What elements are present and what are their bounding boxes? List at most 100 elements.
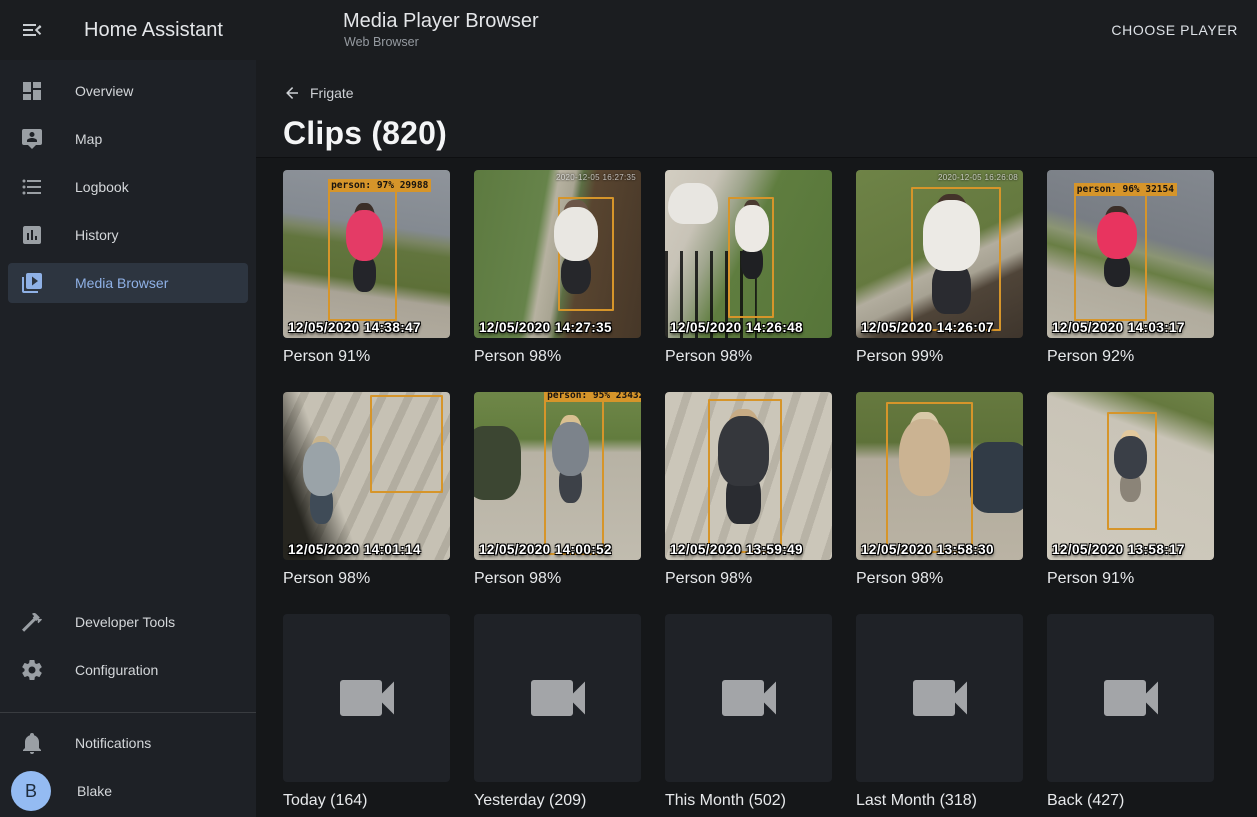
sidebar-item-notifications[interactable]: Notifications	[0, 719, 256, 767]
clip-timestamp: 12/05/2020 14:27:35	[479, 320, 612, 335]
media-folder[interactable]: Back (427)	[1047, 614, 1214, 811]
choose-player-button[interactable]: CHOOSE PLAYER	[1103, 0, 1246, 60]
detection-box	[370, 395, 443, 492]
clip-caption: Person 98%	[665, 347, 832, 367]
clip-caption: Person 98%	[856, 569, 1023, 589]
detection-box	[708, 399, 781, 554]
clip-thumbnail: 12/05/2020 14:26:48	[665, 170, 832, 338]
sidebar-nav: Overview Map Logbook	[0, 60, 256, 307]
folder-caption: Yesterday (209)	[474, 791, 641, 811]
video-camera-icon	[713, 662, 785, 734]
clip-caption: Person 98%	[665, 569, 832, 589]
detection-box	[886, 402, 973, 553]
page-title: Clips (820)	[283, 115, 1257, 152]
folder-thumbnail	[283, 614, 450, 782]
bell-icon	[20, 731, 44, 755]
detection-box	[911, 187, 1001, 331]
clip-caption: Person 98%	[474, 569, 641, 589]
clip-timestamp: 12/05/2020 14:38:47	[288, 320, 421, 335]
clip-thumbnail: 12/05/2020 13:59:49	[665, 392, 832, 560]
sidebar-item-media-browser[interactable]: Media Browser	[0, 259, 256, 307]
content-header: Frigate Clips (820)	[256, 60, 1257, 158]
chart-box-icon	[20, 223, 44, 247]
media-clip[interactable]: 12/05/2020 14:01:14 Person 98%	[283, 392, 450, 589]
video-camera-icon	[522, 662, 594, 734]
media-folder[interactable]: Yesterday (209)	[474, 614, 641, 811]
clip-caption: Person 92%	[1047, 347, 1214, 367]
sidebar-footer: Developer Tools Configuration Notificati…	[0, 598, 256, 815]
folder-thumbnail	[474, 614, 641, 782]
clip-timestamp: 12/05/2020 14:00:52	[479, 542, 612, 557]
media-folder[interactable]: Last Month (318)	[856, 614, 1023, 811]
media-browser-content: Frigate Clips (820) person: 97% 29988 12…	[256, 60, 1257, 817]
folder-caption: Today (164)	[283, 791, 450, 811]
clip-thumbnail: person: 95% 23432 12/05/2020 14:00:52	[474, 392, 641, 560]
detection-box-label: person: 95% 23432	[544, 392, 641, 402]
hammer-icon	[20, 610, 44, 634]
media-grid: person: 97% 29988 12/05/2020 14:38:47 Pe…	[256, 158, 1257, 817]
clip-thumbnail: person: 96% 32154 12/05/2020 14:03:17	[1047, 170, 1214, 338]
account-tooltip-icon	[20, 127, 44, 151]
folder-thumbnail	[856, 614, 1023, 782]
detection-box-label: person: 97% 29988	[328, 179, 431, 192]
app-title: Home Assistant	[84, 19, 223, 42]
user-name: Blake	[77, 783, 112, 799]
media-clip[interactable]: 2020-12-05 16:26:08 12/05/2020 14:26:07 …	[856, 170, 1023, 367]
video-camera-icon	[904, 662, 976, 734]
page-header-title: Media Player Browser	[343, 9, 539, 33]
media-clip[interactable]: person: 96% 32154 12/05/2020 14:03:17 Pe…	[1047, 170, 1214, 367]
avatar: B	[11, 771, 51, 811]
sidebar-item-user[interactable]: B Blake	[0, 767, 256, 815]
app-header: Home Assistant Media Player Browser Web …	[0, 0, 1257, 60]
folder-thumbnail	[1047, 614, 1214, 782]
clip-timestamp: 12/05/2020 14:26:07	[861, 320, 994, 335]
folder-thumbnail	[665, 614, 832, 782]
play-box-multiple-icon	[20, 271, 44, 295]
sidebar-item-logbook[interactable]: Logbook	[0, 163, 256, 211]
clip-thumbnail: 12/05/2020 13:58:17	[1047, 392, 1214, 560]
breadcrumb-label: Frigate	[310, 85, 354, 101]
media-folder[interactable]: Today (164)	[283, 614, 450, 811]
clip-caption: Person 91%	[283, 347, 450, 367]
page-header-subtitle: Web Browser	[344, 35, 539, 49]
media-clip[interactable]: 12/05/2020 13:58:17 Person 91%	[1047, 392, 1214, 589]
camera-osd-timestamp: 2020-12-05 16:27:35	[556, 173, 636, 182]
camera-osd-timestamp: 2020-12-05 16:26:08	[938, 173, 1018, 182]
media-folder[interactable]: This Month (502)	[665, 614, 832, 811]
clip-thumbnail: 2020-12-05 16:27:35 12/05/2020 14:27:35	[474, 170, 641, 338]
sidebar: Overview Map Logbook	[0, 60, 256, 817]
sidebar-item-history[interactable]: History	[0, 211, 256, 259]
clip-timestamp: 12/05/2020 13:58:30	[861, 542, 994, 557]
sidebar-item-overview[interactable]: Overview	[0, 67, 256, 115]
arrow-left-icon	[283, 84, 301, 102]
media-clip[interactable]: 2020-12-05 16:27:35 12/05/2020 14:27:35 …	[474, 170, 641, 367]
clip-thumbnail: person: 97% 29988 12/05/2020 14:38:47	[283, 170, 450, 338]
detection-box-label: person: 96% 32154	[1074, 183, 1177, 196]
sidebar-item-map[interactable]: Map	[0, 115, 256, 163]
sidebar-item-configuration[interactable]: Configuration	[0, 646, 256, 694]
media-clip[interactable]: 12/05/2020 13:59:49 Person 98%	[665, 392, 832, 589]
media-clip[interactable]: person: 97% 29988 12/05/2020 14:38:47 Pe…	[283, 170, 450, 367]
clip-thumbnail: 2020-12-05 16:26:08 12/05/2020 14:26:07	[856, 170, 1023, 338]
clip-caption: Person 98%	[474, 347, 641, 367]
clip-caption: Person 91%	[1047, 569, 1214, 589]
media-clip[interactable]: 12/05/2020 13:58:30 Person 98%	[856, 392, 1023, 589]
detection-box	[558, 197, 615, 311]
folder-caption: Last Month (318)	[856, 791, 1023, 811]
media-clip[interactable]: person: 95% 23432 12/05/2020 14:00:52 Pe…	[474, 392, 641, 589]
detection-box: person: 97% 29988	[328, 190, 396, 321]
media-clip[interactable]: 12/05/2020 14:26:48 Person 98%	[665, 170, 832, 367]
sidebar-item-developer-tools[interactable]: Developer Tools	[0, 598, 256, 646]
clip-timestamp: 12/05/2020 13:58:17	[1052, 542, 1185, 557]
detection-box	[1107, 412, 1157, 530]
clip-timestamp: 12/05/2020 14:01:14	[288, 542, 421, 557]
clip-caption: Person 99%	[856, 347, 1023, 367]
sidebar-toggle-icon[interactable]	[20, 18, 44, 42]
folder-caption: This Month (502)	[665, 791, 832, 811]
breadcrumb-back[interactable]: Frigate	[283, 60, 354, 102]
clip-thumbnail: 12/05/2020 14:01:14	[283, 392, 450, 560]
detection-box	[728, 197, 773, 318]
clip-thumbnail: 12/05/2020 13:58:30	[856, 392, 1023, 560]
detection-box: person: 95% 23432	[544, 400, 604, 555]
clip-timestamp: 12/05/2020 14:03:17	[1052, 320, 1185, 335]
